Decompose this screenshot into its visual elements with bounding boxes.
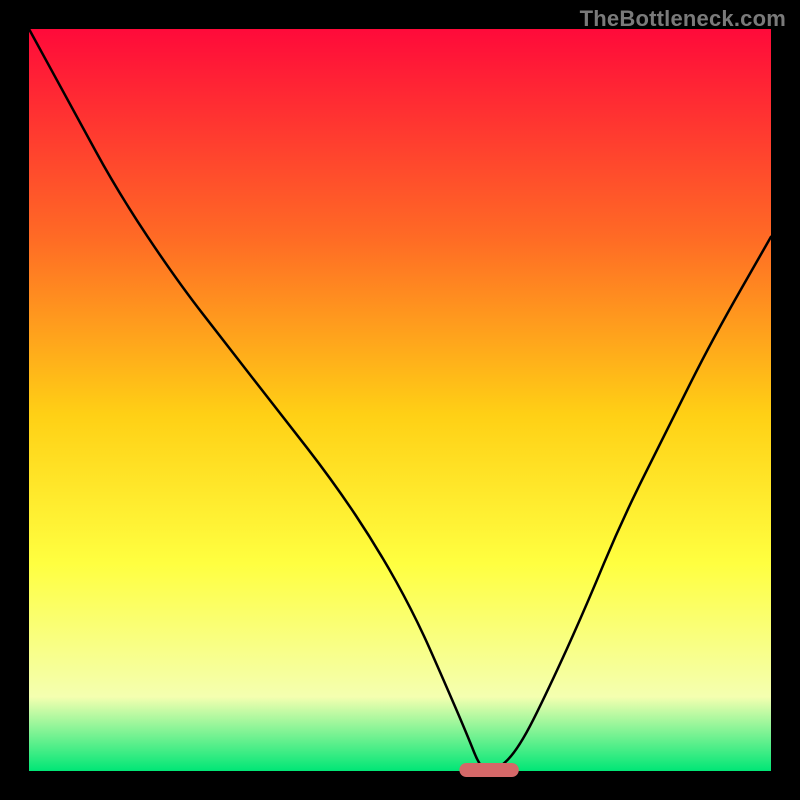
- gradient-background: [29, 29, 771, 771]
- optimal-marker: [459, 763, 518, 777]
- bottleneck-chart: [0, 0, 800, 800]
- watermark-text: TheBottleneck.com: [580, 6, 786, 32]
- chart-frame: { "watermark": "TheBottleneck.com", "col…: [0, 0, 800, 800]
